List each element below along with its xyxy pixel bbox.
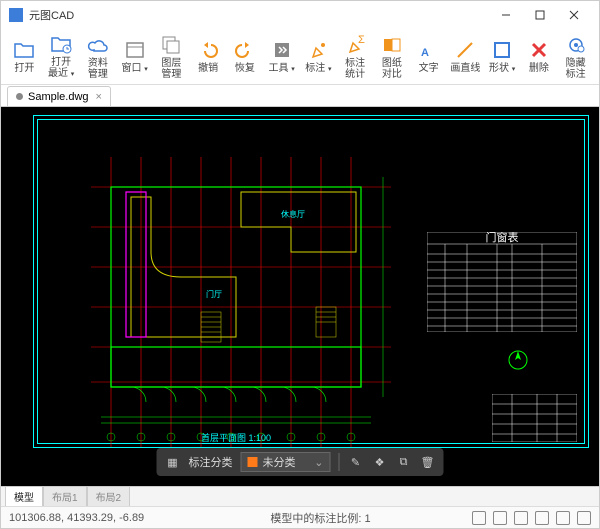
- ribbon-label: 删除: [529, 63, 549, 74]
- ribbon-toolbar: 打开 打开 最近 ▾ 资料 管理 窗口 ▾ 图层 管理 撤销 恢复 工具 ▾ 标注 ▾ Σ 标注 统…: [1, 29, 599, 85]
- ribbon-text-button[interactable]: A 文字: [411, 31, 446, 83]
- copy-icon[interactable]: ⧉: [396, 454, 412, 470]
- status-toggles: [472, 511, 591, 525]
- maximize-button[interactable]: [523, 1, 557, 29]
- settings-icon[interactable]: ❖: [372, 454, 388, 470]
- ribbon-label: 画直线: [450, 63, 480, 74]
- ribbon-marker-button[interactable]: 标注 ▾: [301, 31, 336, 83]
- ribbon-label: 工具 ▾: [268, 63, 294, 75]
- layout-tabstrip: 模型布局1布局2: [1, 486, 599, 506]
- ribbon-label: 图层 管理: [161, 58, 181, 80]
- minimize-button[interactable]: [489, 1, 523, 29]
- status-message: 模型中的标注比例: 1: [169, 510, 472, 526]
- line-icon: [454, 39, 476, 61]
- annotation-toolbar: ▦ 标注分类 未分类 ⌄ ✎ ❖ ⧉ 🗑: [157, 448, 444, 476]
- undo-icon: [197, 39, 219, 61]
- stats-icon: Σ: [344, 34, 366, 56]
- ribbon-stats-button[interactable]: Σ 标注 统计: [338, 31, 373, 83]
- grid-icon[interactable]: ▦: [165, 454, 181, 470]
- north-arrow: [507, 349, 529, 371]
- folder-icon: [13, 39, 35, 61]
- shape-icon: [491, 39, 513, 61]
- category-value: 未分类: [263, 454, 296, 470]
- redo-icon: [234, 39, 256, 61]
- ribbon-label: 图纸 对比: [382, 58, 402, 80]
- ribbon-folder-clock-button[interactable]: 打开 最近 ▾: [44, 31, 79, 83]
- file-tab-label: Sample.dwg: [28, 91, 89, 103]
- drawing-canvas[interactable]: 休息厅 门厅 门窗表 首层平面图 1:100 ▦ 标注分类 未分类 ⌄ ✎ ❖ …: [1, 107, 599, 486]
- ribbon-hide-button[interactable]: 隐藏 标注: [558, 31, 593, 83]
- category-swatch: [248, 457, 258, 467]
- delete-icon: [528, 39, 550, 61]
- ortho-toggle[interactable]: [514, 511, 528, 525]
- door-window-schedule: 门窗表: [427, 232, 577, 332]
- ribbon-shape-button[interactable]: 形状 ▾: [485, 31, 520, 83]
- grid-toggle[interactable]: [493, 511, 507, 525]
- cloud-icon: [87, 34, 109, 56]
- ribbon-window-button[interactable]: 窗口 ▾: [117, 31, 152, 83]
- ribbon-folder-button[interactable]: 打开: [7, 31, 42, 83]
- svg-text:门窗表: 门窗表: [486, 232, 519, 244]
- ribbon-label: 标注 统计: [345, 58, 365, 80]
- edit-icon[interactable]: ✎: [348, 454, 364, 470]
- category-dropdown[interactable]: 未分类 ⌄: [241, 452, 331, 472]
- hide-icon: [565, 34, 587, 56]
- titlebar: 元图CAD: [1, 1, 599, 29]
- ribbon-label: 标注 ▾: [305, 63, 331, 75]
- window-title: 元图CAD: [29, 7, 489, 23]
- room-label: 门厅: [206, 289, 222, 299]
- ribbon-label: 撤销: [198, 63, 218, 74]
- layout-tab[interactable]: 布局1: [43, 487, 87, 507]
- title-block: [492, 394, 577, 442]
- file-tabstrip: Sample.dwg ×: [1, 85, 599, 107]
- svg-text:A: A: [421, 47, 429, 59]
- folder-clock-icon: [50, 33, 72, 55]
- tab-dirty-dot: [16, 93, 23, 100]
- osnap-toggle[interactable]: [535, 511, 549, 525]
- ribbon-line-button[interactable]: 画直线: [448, 31, 483, 83]
- ribbon-label: 窗口 ▾: [121, 63, 147, 75]
- ribbon-redo-button[interactable]: 恢复: [228, 31, 263, 83]
- ribbon-label: 隐藏 标注: [566, 58, 586, 80]
- close-tab-icon[interactable]: ×: [96, 91, 102, 103]
- ribbon-layers-button[interactable]: 图层 管理: [154, 31, 189, 83]
- trash-icon[interactable]: 🗑: [420, 454, 436, 470]
- ribbon-chevrons-button[interactable]: 工具 ▾: [264, 31, 299, 83]
- close-button[interactable]: [557, 1, 591, 29]
- compare-icon: [381, 34, 403, 56]
- classify-label: 标注分类: [189, 454, 233, 470]
- ribbon-label: 形状 ▾: [489, 63, 515, 75]
- model-toggle[interactable]: [577, 511, 591, 525]
- ribbon-undo-button[interactable]: 撤销: [191, 31, 226, 83]
- floor-plan: 休息厅 门厅: [91, 157, 391, 447]
- file-tab[interactable]: Sample.dwg ×: [7, 86, 111, 106]
- ribbon-delete-button[interactable]: 删除: [522, 31, 557, 83]
- coordinates-readout: 101306.88, 41393.29, -6.89: [9, 512, 169, 524]
- ribbon-compare-button[interactable]: 图纸 对比: [375, 31, 410, 83]
- ribbon-label: 恢复: [235, 63, 255, 74]
- window-icon: [124, 39, 146, 61]
- marker-icon: [307, 39, 329, 61]
- app-icon: [9, 8, 23, 22]
- layout-tab[interactable]: 布局2: [87, 487, 131, 507]
- chevron-down-icon: ⌄: [314, 456, 323, 469]
- ribbon-label: 打开 最近 ▾: [48, 57, 74, 80]
- layout-tab[interactable]: 模型: [5, 487, 43, 507]
- ribbon-label: 打开: [14, 63, 34, 74]
- status-bar: 101306.88, 41393.29, -6.89 模型中的标注比例: 1: [1, 506, 599, 528]
- room-label: 休息厅: [281, 209, 305, 219]
- ribbon-cloud-button[interactable]: 资料 管理: [81, 31, 116, 83]
- layers-icon: [160, 34, 182, 56]
- ribbon-label: 文字: [419, 63, 439, 74]
- text-icon: A: [418, 39, 440, 61]
- lineweight-toggle[interactable]: [556, 511, 570, 525]
- chevrons-icon: [271, 39, 293, 61]
- svg-text:Σ: Σ: [358, 34, 365, 46]
- drawing-caption: 首层平面图 1:100: [201, 431, 271, 444]
- snap-toggle[interactable]: [472, 511, 486, 525]
- ribbon-label: 资料 管理: [88, 58, 108, 80]
